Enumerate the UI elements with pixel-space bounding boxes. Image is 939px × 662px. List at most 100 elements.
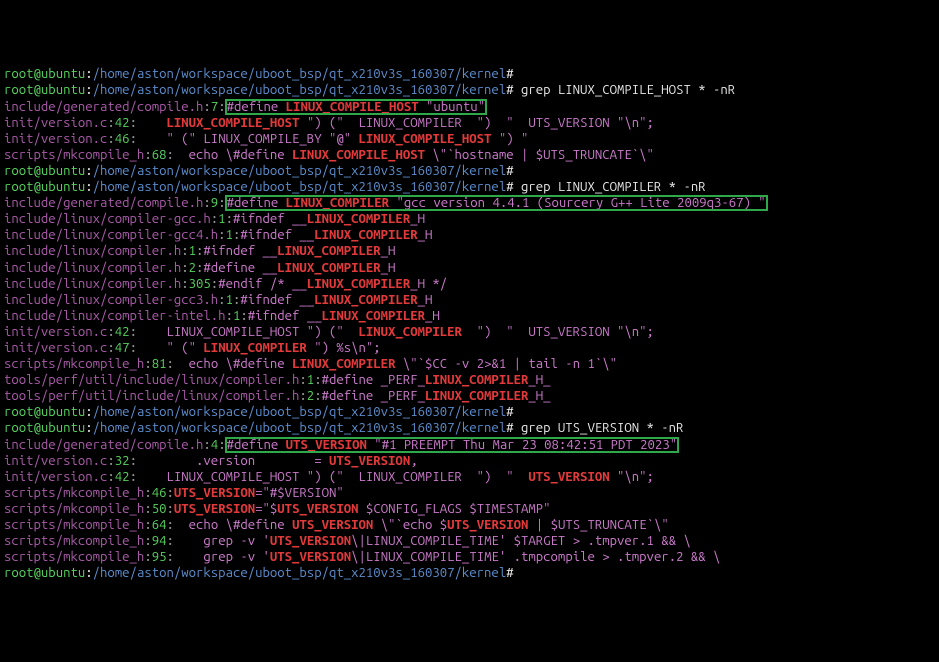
grep-file: include/linux/compiler.h — [4, 244, 181, 258]
grep-match: LINUX_COMPILER — [322, 309, 425, 323]
grep-result-line: init/version.c:42: LINUX_COMPILE_HOST ")… — [4, 469, 935, 485]
prompt-line[interactable]: root@ubuntu:/home/aston/workspace/uboot_… — [4, 420, 935, 436]
grep-file: scripts/mkcompile_h — [4, 518, 144, 532]
grep-result-line: scripts/mkcompile_h:64: echo \#define UT… — [4, 517, 935, 533]
grep-result-line: init/version.c:42: LINUX_COMPILE_HOST ")… — [4, 324, 935, 340]
grep-file: scripts/mkcompile_h — [4, 486, 144, 500]
grep-result-line: init/version.c:47: " (" LINUX_COMPILER "… — [4, 340, 935, 356]
highlighted-match: #define UTS_VERSION "#1 PREEMPT Thu Mar … — [226, 438, 679, 452]
grep-match: UTS_VERSION — [174, 502, 255, 516]
grep-match: LINUX_COMPILER — [277, 261, 380, 275]
grep-result-line: include/generated/compile.h:7:#define LI… — [4, 99, 935, 115]
grep-lineno: 94 — [152, 534, 167, 548]
grep-lineno: 46 — [115, 132, 130, 146]
grep-match: UTS_VERSION — [277, 502, 358, 516]
prompt-line[interactable]: root@ubuntu:/home/aston/workspace/uboot_… — [4, 565, 935, 581]
grep-result-line: include/linux/compiler-gcc3.h:1:#ifndef … — [4, 292, 935, 308]
grep-result-line: scripts/mkcompile_h:81: echo \#define LI… — [4, 356, 935, 372]
grep-result-line: include/linux/compiler-gcc.h:1:#ifndef _… — [4, 211, 935, 227]
prompt-user: root@ubuntu — [4, 566, 85, 580]
grep-lineno: 42 — [115, 116, 130, 130]
grep-match: UTS_VERSION — [528, 470, 609, 484]
prompt-line[interactable]: root@ubuntu:/home/aston/workspace/uboot_… — [4, 163, 935, 179]
prompt-hash: # — [506, 421, 513, 435]
grep-match: UTS_VERSION — [292, 518, 373, 532]
highlighted-match: #define LINUX_COMPILER "gcc version 4.4.… — [226, 196, 767, 210]
prompt-line[interactable]: root@ubuntu:/home/aston/workspace/uboot_… — [4, 404, 935, 420]
grep-result-line: scripts/mkcompile_h:95: grep -v 'UTS_VER… — [4, 549, 935, 565]
grep-result-line: scripts/mkcompile_h:50:UTS_VERSION="$UTS… — [4, 501, 935, 517]
prompt-path: /home/aston/workspace/uboot_bsp/qt_x210v… — [93, 566, 507, 580]
grep-match: UTS_VERSION — [174, 486, 255, 500]
grep-match: LINUX_COMPILER — [425, 389, 528, 403]
grep-match: UTS_VERSION — [286, 438, 367, 452]
grep-result-line: scripts/mkcompile_h:46:UTS_VERSION="#$VE… — [4, 485, 935, 501]
grep-match: UTS_VERSION — [270, 534, 351, 548]
grep-lineno: 42 — [115, 325, 130, 339]
grep-lineno: 42 — [115, 470, 130, 484]
grep-file: scripts/mkcompile_h — [4, 357, 144, 371]
grep-lineno: 64 — [152, 518, 167, 532]
grep-match: LINUX_COMPILER — [203, 341, 306, 355]
grep-file: include/linux/compiler-gcc4.h — [4, 228, 218, 242]
grep-lineno: 81 — [152, 357, 167, 371]
grep-match: LINUX_COMPILER — [314, 293, 417, 307]
grep-match: UTS_VERSION — [270, 550, 351, 564]
prompt-hash: # — [506, 566, 513, 580]
prompt-path: /home/aston/workspace/uboot_bsp/qt_x210v… — [93, 164, 507, 178]
grep-match: LINUX_COMPILER — [286, 196, 389, 210]
grep-lineno: 1 — [226, 228, 233, 242]
grep-match: LINUX_COMPILER — [277, 244, 380, 258]
prompt-path: /home/aston/workspace/uboot_bsp/qt_x210v… — [93, 180, 507, 194]
prompt-path: /home/aston/workspace/uboot_bsp/qt_x210v… — [93, 83, 507, 97]
grep-result-line: include/generated/compile.h:4:#define UT… — [4, 437, 935, 453]
grep-lineno: 50 — [152, 502, 167, 516]
grep-result-line: init/version.c:32: .version = UTS_VERSIO… — [4, 453, 935, 469]
grep-file: include/linux/compiler-gcc3.h — [4, 293, 218, 307]
grep-result-line: include/linux/compiler-intel.h:1:#ifndef… — [4, 308, 935, 324]
prompt-user: root@ubuntu — [4, 164, 85, 178]
grep-match: LINUX_COMPILE_HOST — [359, 132, 492, 146]
grep-match: LINUX_COMPILER — [307, 212, 410, 226]
grep-file: init/version.c — [4, 341, 107, 355]
grep-result-line: init/version.c:42: LINUX_COMPILE_HOST ")… — [4, 115, 935, 131]
prompt-user: root@ubuntu — [4, 405, 85, 419]
command: grep LINUX_COMPILER * -nR — [514, 180, 706, 194]
prompt-path: /home/aston/workspace/uboot_bsp/qt_x210v… — [93, 421, 507, 435]
prompt-line[interactable]: root@ubuntu:/home/aston/workspace/uboot_… — [4, 179, 935, 195]
grep-file: tools/perf/util/include/linux/compiler.h — [4, 389, 299, 403]
grep-file: init/version.c — [4, 132, 107, 146]
grep-file: include/linux/compiler.h — [4, 277, 181, 291]
grep-lineno: 1 — [218, 212, 225, 226]
grep-result-line: include/linux/compiler.h:2:#define __LIN… — [4, 260, 935, 276]
grep-match: LINUX_COMPILER — [307, 277, 410, 291]
prompt-hash: # — [506, 83, 513, 97]
grep-result-line: scripts/mkcompile_h:94: grep -v 'UTS_VER… — [4, 533, 935, 549]
grep-result-line: tools/perf/util/include/linux/compiler.h… — [4, 372, 935, 388]
grep-match: LINUX_COMPILER — [314, 228, 417, 242]
prompt-line[interactable]: root@ubuntu:/home/aston/workspace/uboot_… — [4, 82, 935, 98]
grep-match: LINUX_COMPILE_HOST — [292, 148, 425, 162]
grep-lineno: 1 — [189, 244, 196, 258]
grep-result-line: include/linux/compiler.h:305:#endif /* _… — [4, 276, 935, 292]
grep-file: include/linux/compiler.h — [4, 261, 181, 275]
prompt-line: root@ubuntu:/home/aston/workspace/uboot_… — [4, 66, 935, 82]
grep-file: init/version.c — [4, 470, 107, 484]
grep-lineno: 47 — [115, 341, 130, 355]
grep-result-line: include/linux/compiler.h:1:#ifndef __LIN… — [4, 243, 935, 259]
grep-file: include/generated/compile.h — [4, 438, 203, 452]
grep-file: tools/perf/util/include/linux/compiler.h — [4, 373, 299, 387]
grep-match: LINUX_COMPILER — [359, 325, 462, 339]
grep-lineno: 32 — [115, 454, 130, 468]
grep-match: UTS_VERSION — [447, 518, 528, 532]
prompt-hash: # — [506, 164, 513, 178]
grep-match: LINUX_COMPILER — [292, 357, 395, 371]
grep-file: init/version.c — [4, 325, 107, 339]
grep-lineno: 1 — [226, 293, 233, 307]
prompt-user: root@ubuntu — [4, 421, 85, 435]
grep-result-line: include/generated/compile.h:9:#define LI… — [4, 195, 935, 211]
grep-file: include/generated/compile.h — [4, 100, 203, 114]
grep-file: init/version.c — [4, 454, 107, 468]
prompt-user: root@ubuntu — [4, 180, 85, 194]
grep-lineno: 2 — [189, 261, 196, 275]
